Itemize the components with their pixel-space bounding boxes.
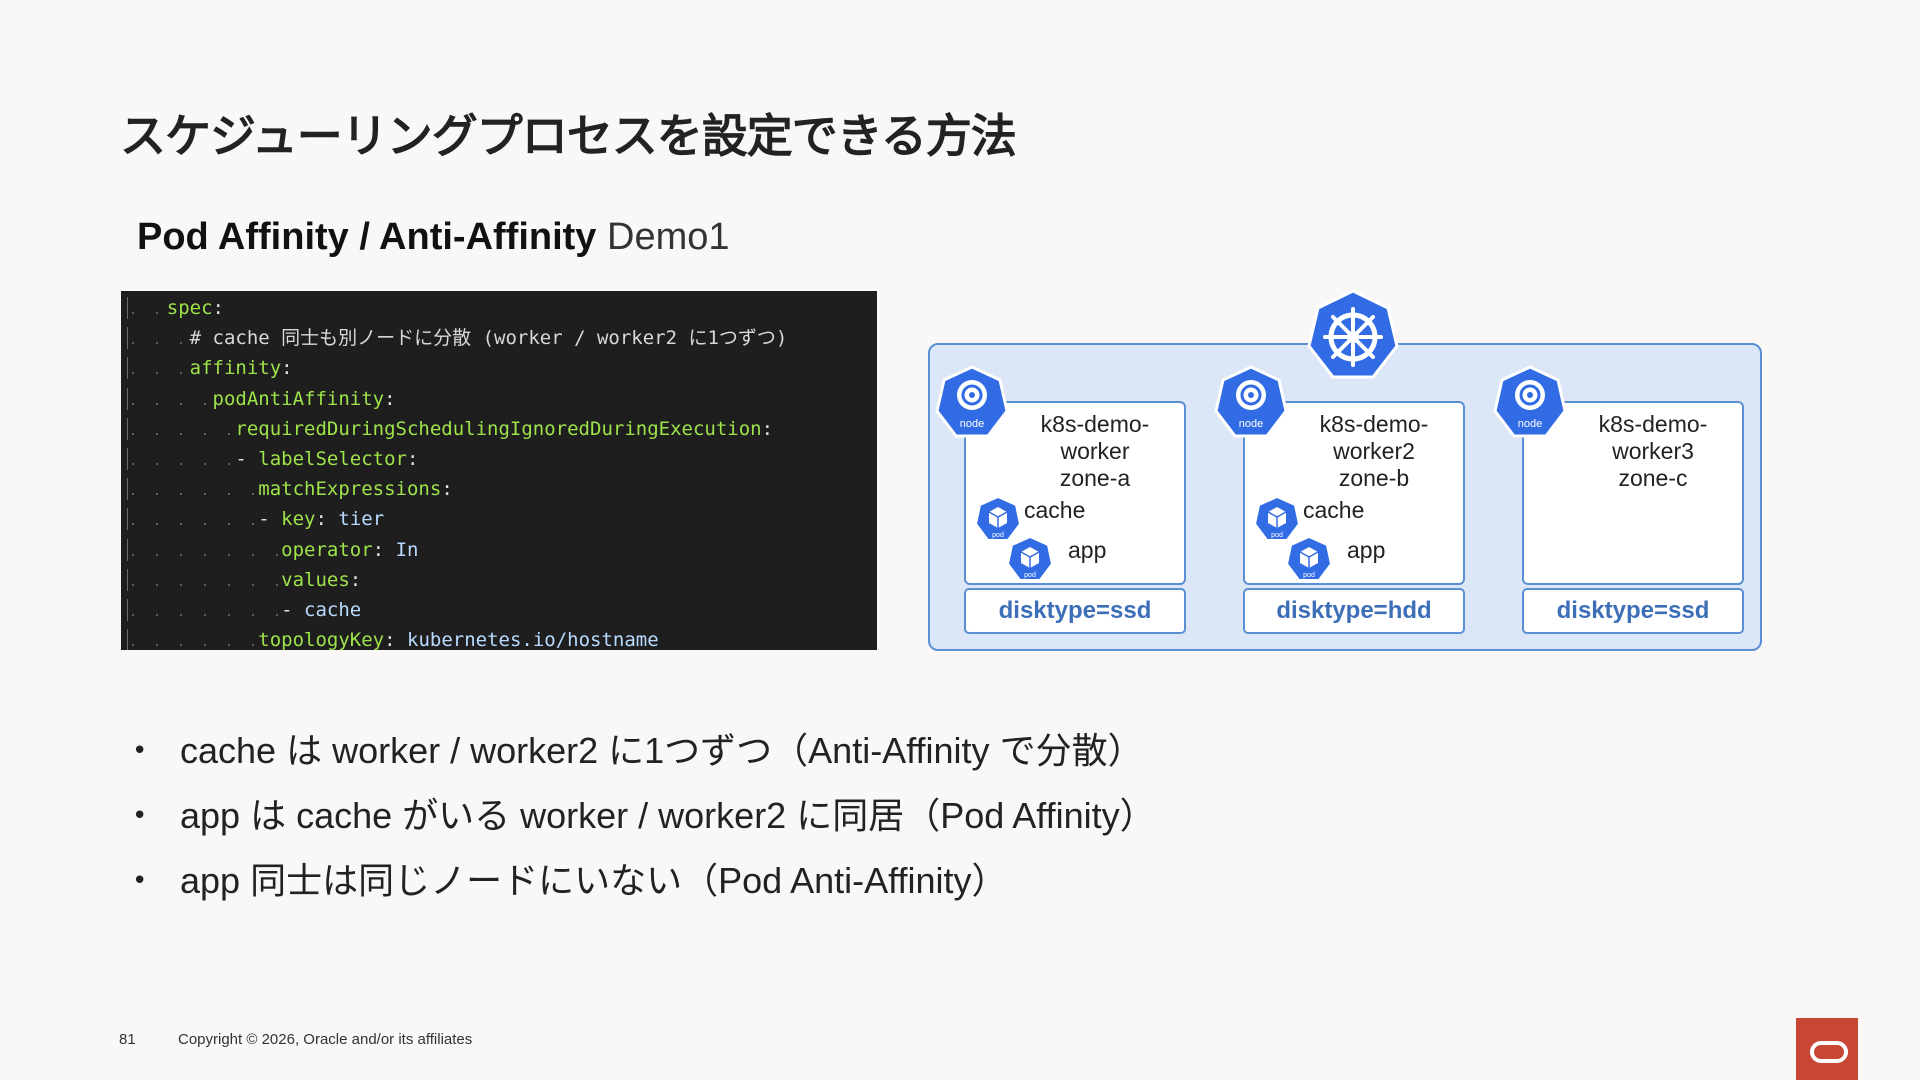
page-number: 81: [119, 1031, 136, 1048]
pod-badge-text: pod: [1024, 572, 1036, 579]
indent-guide: [121, 629, 259, 650]
bullet-text: cache は worker / worker2 に1つずつ（Anti-Affi…: [180, 730, 1144, 771]
code-token: :: [349, 568, 362, 591]
pod-badge-text: pod: [992, 532, 1004, 539]
indent-guide: [121, 297, 167, 319]
code-token: # cache 同士も別ノードに分散 (worker / worker2 に1つ…: [189, 327, 788, 350]
indent-guide: [121, 508, 259, 531]
bullet-dot-icon: •: [132, 866, 148, 896]
code-token: affinity: [189, 357, 282, 380]
node-name-line: worker2: [1333, 438, 1415, 464]
bullet-dot-icon: •: [132, 801, 148, 831]
worker-node-name-1: k8s-demo- worker zone-a: [1006, 411, 1184, 492]
code-token: kubernetes.io/hostname: [407, 629, 659, 650]
disktype-label-1: disktype=ssd: [964, 588, 1186, 634]
node-zone-line: zone-c: [1618, 465, 1688, 491]
indent-guide: [121, 357, 190, 380]
code-token: :: [407, 448, 419, 470]
code-line: operator: In: [121, 535, 418, 565]
node-name-line: worker3: [1612, 438, 1694, 464]
code-token: -: [235, 448, 259, 470]
disktype-label-3: disktype=ssd: [1522, 588, 1744, 634]
code-token: In: [395, 538, 419, 561]
node-badge-text: node: [1518, 418, 1542, 430]
subtitle-suffix: Demo1: [607, 216, 730, 258]
indent-guide: [121, 327, 190, 350]
yaml-code-panel: spec: # cache 同士も別ノードに分散 (worker / worke…: [121, 291, 877, 650]
code-token: tier: [338, 508, 385, 531]
node-name-line: k8s-demo-: [1319, 411, 1429, 437]
code-token: :: [372, 538, 396, 561]
bullet-text: app は cache がいる worker / worker2 に同居（Pod…: [180, 795, 1156, 836]
node-icon: node: [1214, 365, 1288, 438]
disktype-label-2: disktype=hdd: [1243, 588, 1465, 634]
node-zone-line: zone-b: [1338, 465, 1410, 491]
code-token: -: [258, 508, 282, 531]
indent-guide: [121, 417, 236, 440]
code-line: values:: [121, 565, 361, 595]
node-icon: node: [935, 365, 1009, 438]
code-token: topologyKey: [258, 629, 385, 650]
code-token: operator: [281, 538, 373, 561]
copyright-text: Copyright © 2026, Oracle and/or its affi…: [178, 1031, 473, 1048]
pod-label-cache: cache: [1303, 497, 1365, 523]
section-subtitle: Pod Affinity / Anti-Affinity Demo1: [137, 216, 730, 259]
indent-guide: [121, 599, 282, 621]
pod-icon: pod: [1285, 535, 1333, 581]
indent-guide: [121, 538, 282, 561]
pod-icon: pod: [1006, 535, 1054, 581]
pod-badge-text: pod: [1303, 572, 1315, 579]
code-token: matchExpressions: [258, 478, 442, 501]
code-token: :: [315, 508, 339, 531]
indent-guide: [121, 448, 236, 470]
cluster-diagram: k8s-demo- worker zone-a cache app diskty…: [920, 285, 1770, 655]
pod-label-app: app: [1347, 537, 1386, 563]
node-name-line: k8s-demo-: [1598, 411, 1708, 437]
slide-title: スケジューリングプロセスを設定できる方法: [120, 109, 1017, 163]
node-badge-text: node: [960, 418, 984, 430]
code-token: podAntiAffinity: [212, 387, 385, 410]
node-name-line: k8s-demo-: [1040, 411, 1150, 437]
code-token: :: [212, 297, 224, 319]
bullet-text: app 同士は同じノードにいない（Pod Anti-Affinity）: [180, 860, 1008, 901]
code-line: spec:: [121, 293, 224, 323]
pod-label-cache: cache: [1024, 497, 1086, 523]
code-line: affinity:: [121, 353, 293, 383]
code-token: cache: [304, 599, 362, 621]
code-token: labelSelector: [258, 448, 407, 470]
subtitle-main: Pod Affinity / Anti-Affinity: [137, 216, 607, 258]
node-name-line: worker: [1060, 438, 1130, 464]
worker-node-name-3: k8s-demo- worker3 zone-c: [1564, 411, 1742, 492]
indent-guide: [121, 478, 259, 501]
indent-guide: [121, 387, 213, 410]
node-icon: node: [1493, 365, 1567, 438]
code-line: topologyKey: kubernetes.io/hostname: [121, 625, 659, 650]
code-token: :: [281, 357, 293, 380]
code-token: -: [281, 599, 305, 621]
code-line: # cache 同士も別ノードに分散 (worker / worker2 に1つ…: [121, 323, 787, 353]
pod-label-app: app: [1068, 537, 1107, 563]
bullet-dot-icon: •: [132, 736, 148, 766]
code-token: :: [384, 629, 408, 650]
code-token: :: [441, 478, 453, 501]
code-token: key: [281, 508, 316, 531]
node-badge-text: node: [1239, 418, 1263, 430]
code-token: :: [761, 417, 774, 440]
code-token: requiredDuringSchedulingIgnoredDuringExe…: [235, 417, 762, 440]
code-token: values: [281, 568, 350, 591]
kubernetes-helm-icon: [1307, 289, 1399, 379]
node-zone-line: zone-a: [1059, 465, 1131, 491]
pod-badge-text: pod: [1271, 532, 1283, 539]
code-token: :: [384, 387, 396, 410]
code-line: matchExpressions:: [121, 474, 453, 504]
code-token: spec: [166, 297, 213, 319]
code-line: - labelSelector:: [121, 444, 418, 474]
code-line: podAntiAffinity:: [121, 384, 396, 414]
code-line: - key: tier: [121, 504, 384, 534]
oracle-logo-icon: [1796, 1018, 1858, 1080]
worker-node-name-2: k8s-demo- worker2 zone-b: [1285, 411, 1463, 492]
code-line: - cache: [121, 595, 361, 625]
indent-guide: [121, 568, 282, 591]
code-line: requiredDuringSchedulingIgnoredDuringExe…: [121, 414, 773, 444]
